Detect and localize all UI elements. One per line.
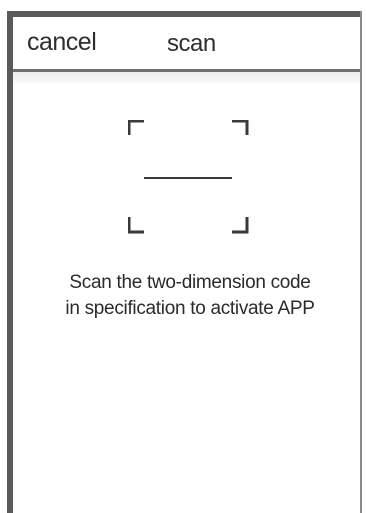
- window-border-right: [360, 11, 362, 513]
- scan-instruction: Scan the two-dimension code in specifica…: [40, 270, 340, 322]
- scan-frame-corners-icon: [128, 120, 249, 234]
- instruction-line-1: Scan the two-dimension code: [69, 272, 311, 293]
- page-title: scan: [167, 30, 216, 57]
- window-border-left: [7, 11, 13, 513]
- header-shadow: [13, 72, 360, 84]
- scan-viewfinder: [128, 120, 250, 238]
- scan-screen: cancel scan Scan the two-dimension code …: [0, 0, 366, 513]
- cancel-button[interactable]: cancel: [27, 27, 97, 57]
- instruction-line-2: in specification to activate APP: [65, 298, 315, 319]
